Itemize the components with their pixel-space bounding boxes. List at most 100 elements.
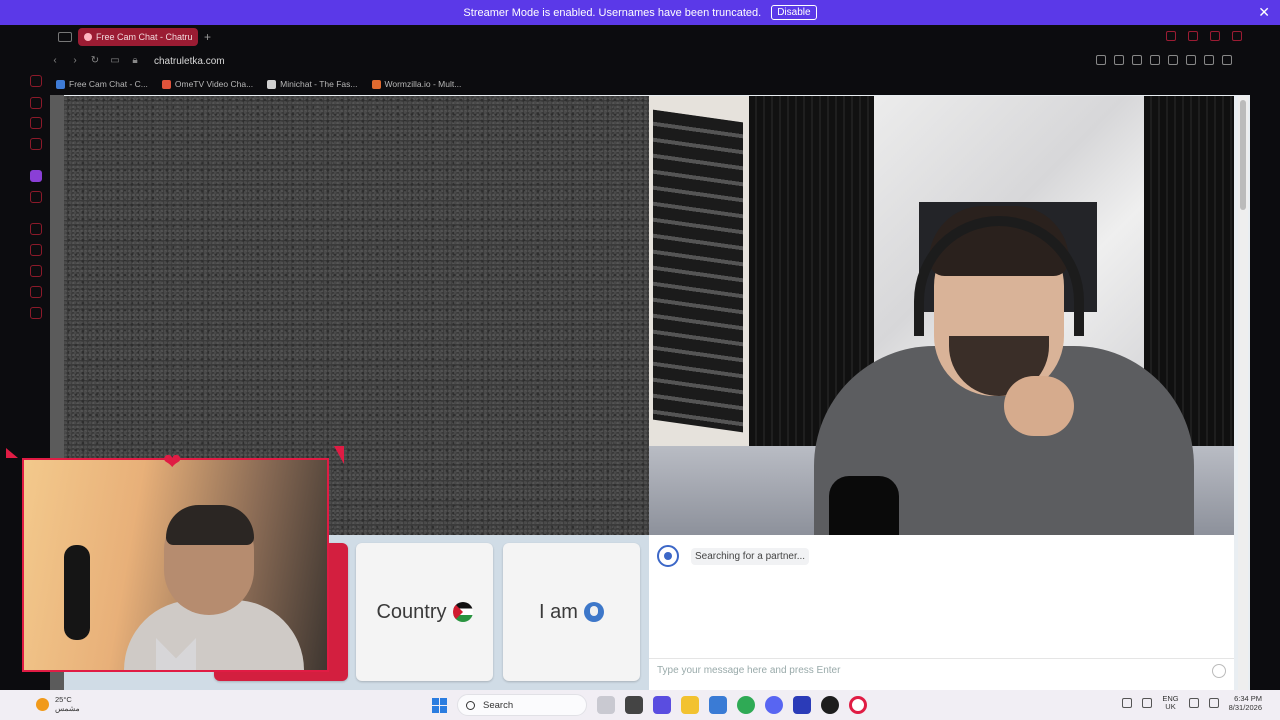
search-tabs-icon[interactable] (1166, 31, 1176, 41)
obs-icon[interactable] (821, 696, 839, 714)
tab-title: Free Cam Chat - Chatru (96, 32, 193, 42)
bookmark-item[interactable]: Minichat - The Fas... (267, 79, 358, 89)
close-window-icon[interactable] (1232, 31, 1242, 41)
disable-streamer-mode-button[interactable]: Disable (771, 5, 817, 20)
sidebar-chat-icon[interactable] (30, 117, 42, 129)
bookmark-favicon-icon (371, 79, 381, 89)
snapshot-icon[interactable] (1114, 55, 1124, 65)
bookmark-item[interactable]: Free Cam Chat - C... (56, 79, 148, 89)
search-label: Search (483, 699, 514, 711)
streamer-webcam-overlay (22, 458, 329, 672)
volume-icon[interactable] (1208, 698, 1219, 708)
extensions-icon[interactable] (1186, 55, 1196, 65)
sidebar-twitch-icon[interactable] (30, 170, 42, 182)
sidebar-crosshair-icon[interactable] (30, 191, 42, 203)
heart-decoration-icon: ❤ (163, 449, 182, 474)
profile-icon[interactable] (1204, 55, 1214, 65)
chat-input[interactable]: Type your message here and press Enter (649, 658, 1234, 682)
page-scrollbar[interactable] (1238, 96, 1248, 690)
clock-date: 8/31/2026 (1228, 703, 1262, 712)
sidebar-settings-icon[interactable] (30, 223, 42, 235)
discord-icon[interactable] (765, 696, 783, 714)
streamer-microphone (64, 545, 90, 640)
minimize-icon[interactable] (1188, 31, 1198, 41)
iam-label: I am (539, 600, 578, 623)
close-icon[interactable]: ✕ (1258, 4, 1270, 21)
play-icon[interactable] (1150, 55, 1160, 65)
forward-icon[interactable]: › (70, 56, 80, 66)
sidebar-messenger-icon[interactable] (30, 138, 42, 150)
scrollbar-thumb[interactable] (1240, 100, 1246, 210)
self-video (649, 96, 1234, 535)
reload-icon[interactable]: ↻ (90, 56, 100, 66)
bookmark-favicon-icon (161, 79, 171, 89)
chat-status: Searching for a partner... (657, 545, 810, 567)
bookmarks-bar: Free Cam Chat - C... OmeTV Video Cha... … (56, 77, 461, 91)
bookmark-item[interactable]: OmeTV Video Cha... (161, 79, 253, 89)
windows-start-icon[interactable] (432, 697, 447, 713)
chevron-up-icon[interactable] (1122, 698, 1133, 708)
pip-icon[interactable]: ▭ (110, 56, 120, 66)
sidebar-extensions-icon[interactable] (30, 286, 42, 298)
emoji-icon[interactable] (1212, 663, 1226, 678)
tab-active[interactable]: Free Cam Chat - Chatru (78, 28, 198, 46)
sidebar-bookmarks-icon[interactable] (30, 244, 42, 256)
task-view-icon[interactable] (625, 696, 643, 714)
sidebar-aria-icon[interactable] (30, 75, 42, 87)
file-explorer-icon[interactable] (681, 696, 699, 714)
temperature: 25°C (55, 695, 72, 704)
sidebar-shop-icon[interactable] (30, 97, 42, 109)
network-icon[interactable] (1188, 698, 1199, 708)
menu-icon[interactable] (1222, 55, 1232, 65)
lang-bottom: UK (1165, 702, 1176, 711)
language-indicator[interactable]: ENG UK (1162, 695, 1178, 711)
weather-widget[interactable]: 25°C مشمس (36, 695, 80, 713)
windows-taskbar: 25°C مشمس Search ENG UK 6:34 PM 8/31/202… (0, 690, 1280, 720)
taskbar-search[interactable]: Search (457, 694, 587, 716)
banner-message: Streamer Mode is enabled. Usernames have… (463, 6, 762, 19)
toolbar-right (1096, 55, 1232, 65)
frame-corner-right-icon (334, 446, 344, 464)
gender-icon (583, 602, 604, 622)
bookmark-label: Free Cam Chat - C... (69, 79, 148, 89)
streamer-person (124, 505, 304, 670)
frame-corner-left-icon (6, 448, 18, 458)
back-icon[interactable]: ‹ (50, 56, 60, 66)
bookmark-label: Minichat - The Fas... (280, 79, 358, 89)
gender-filter-button[interactable]: I am (503, 543, 640, 681)
tab-favicon-icon (84, 33, 92, 41)
video-microphone (829, 476, 899, 535)
chat-input-placeholder: Type your message here and press Enter (657, 665, 841, 676)
new-tab-button[interactable]: + (204, 30, 211, 44)
bookmark-item[interactable]: Wormzilla.io - Mult... (371, 79, 462, 89)
bookmark-favicon-icon (56, 79, 65, 89)
copilot-icon[interactable] (653, 696, 671, 714)
chrome-icon[interactable] (737, 696, 755, 714)
shield-icon[interactable] (1132, 55, 1142, 65)
chat-panel: Searching for a partner... Type your mes… (649, 535, 1234, 690)
url-field[interactable]: chatruletka.com (154, 56, 225, 67)
sidebar-history-icon[interactable] (30, 265, 42, 277)
bookmark-label: Wormzilla.io - Mult... (384, 79, 462, 89)
window-controls (1166, 31, 1242, 41)
screen: Streamer Mode is enabled. Usernames have… (0, 0, 1280, 720)
bookmark-icon[interactable] (1096, 55, 1106, 65)
app-icon[interactable] (793, 696, 811, 714)
maximize-icon[interactable] (1210, 31, 1220, 41)
opera-gx-icon[interactable] (849, 696, 867, 714)
tab-islands-icon[interactable] (58, 32, 72, 42)
microphone-icon[interactable] (1142, 698, 1153, 708)
lock-icon: 🔒︎ (132, 55, 138, 66)
clock-time: 6:34 PM (1234, 694, 1262, 703)
clock[interactable]: 6:34 PM 8/31/2026 (1229, 694, 1262, 712)
search-icon (466, 700, 475, 710)
streamer-mode-banner: Streamer Mode is enabled. Usernames have… (0, 0, 1280, 25)
heart-icon[interactable] (1168, 55, 1178, 65)
sun-icon (36, 697, 49, 711)
country-filter-button[interactable]: Country (356, 543, 493, 681)
bookmark-favicon-icon (267, 79, 277, 89)
taskbar-widget-icon[interactable] (597, 696, 615, 714)
store-icon[interactable] (709, 696, 727, 714)
sidebar-gear-icon[interactable] (30, 307, 42, 319)
taskbar-apps: Search (432, 694, 867, 716)
